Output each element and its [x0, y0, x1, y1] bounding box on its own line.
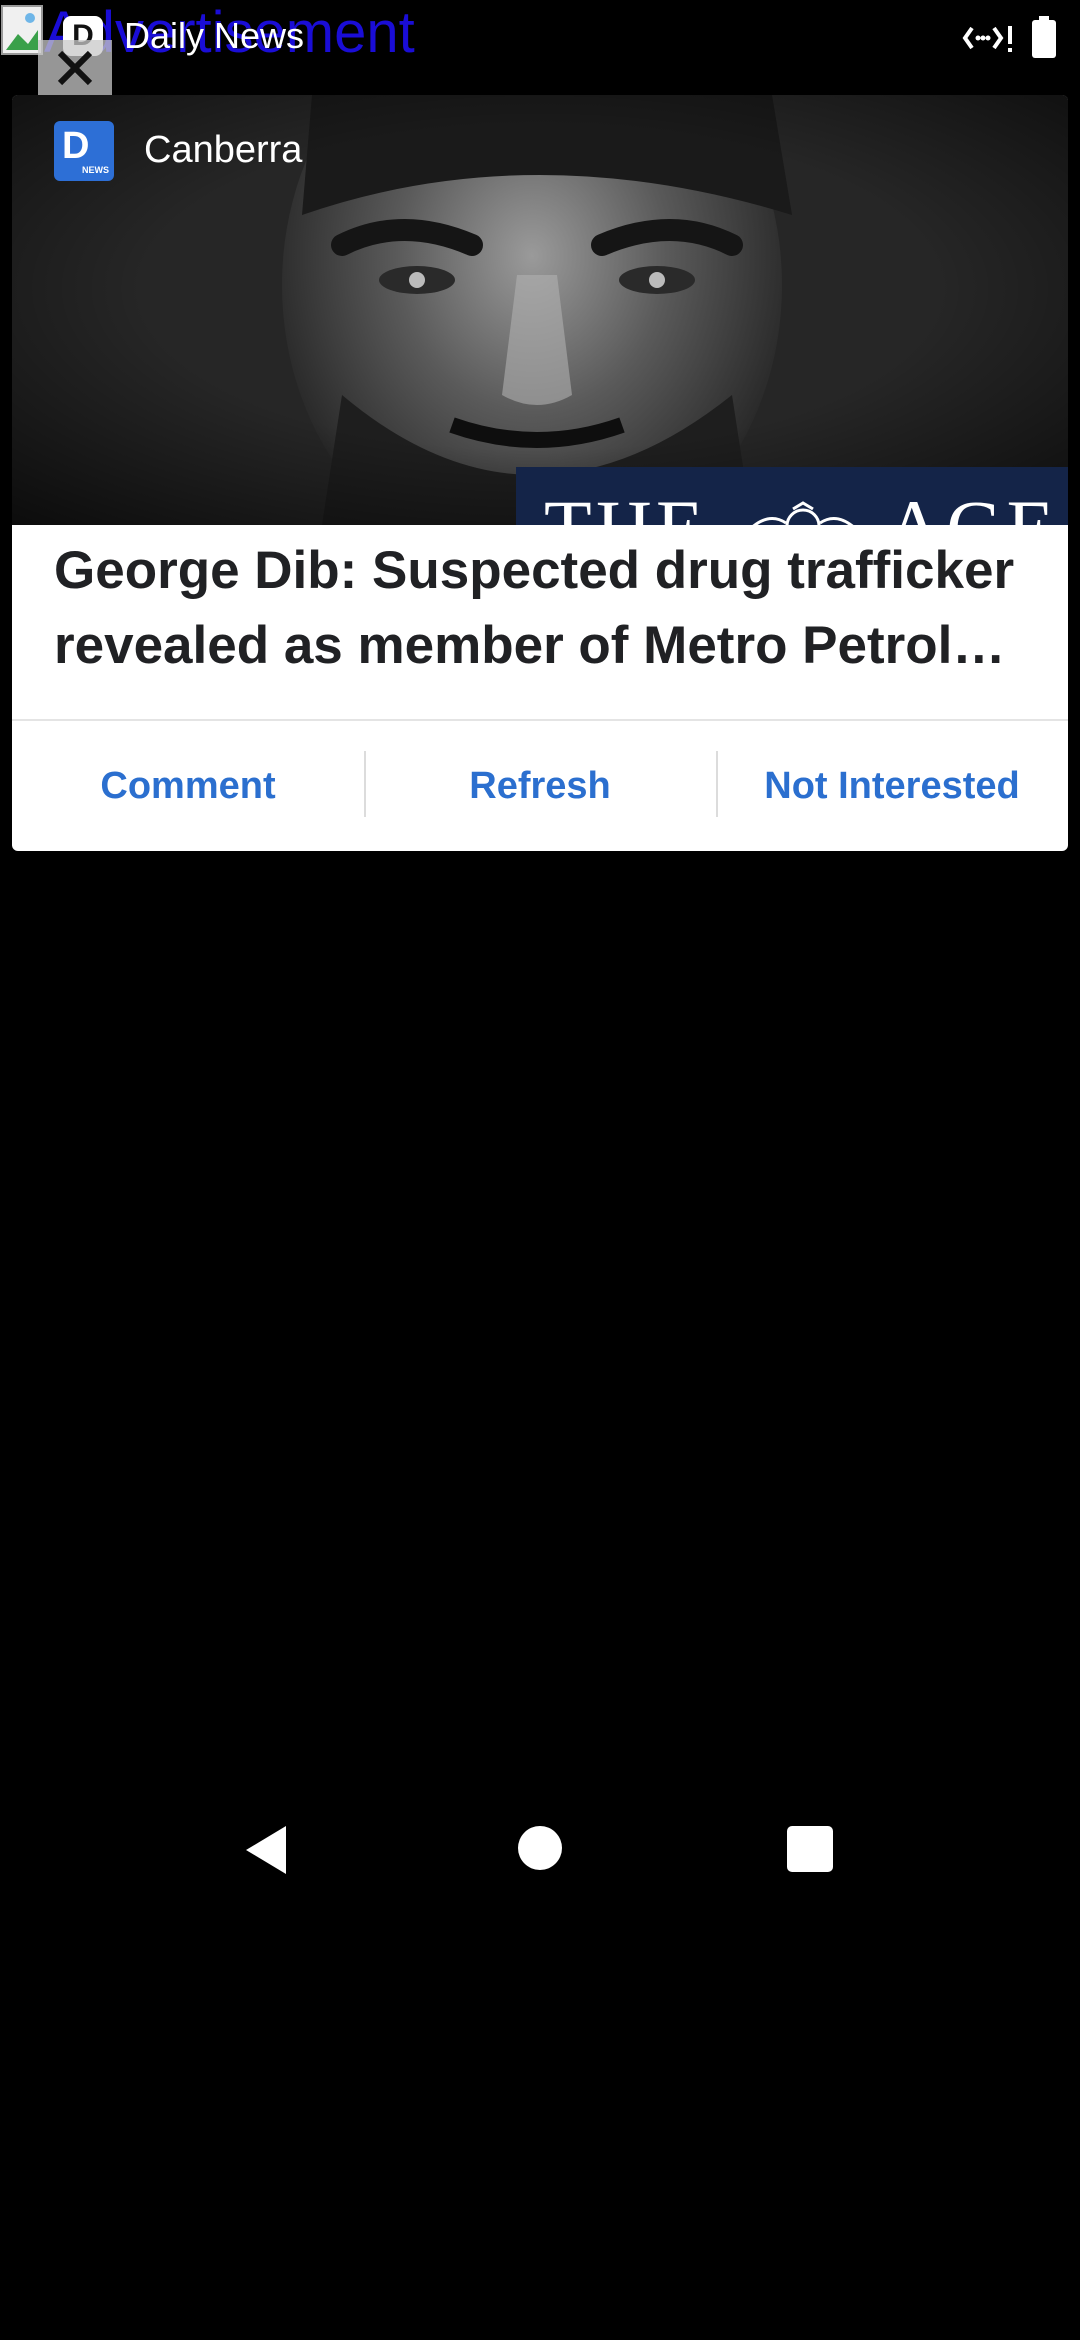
newspaper-masthead: THE AGE: [516, 467, 1068, 525]
battery-icon: [1032, 16, 1056, 58]
recents-icon[interactable]: [787, 1826, 833, 1872]
source-app-icon: D NEWS: [54, 121, 114, 181]
masthead-text-right: AGE: [886, 489, 1058, 526]
hero-image: D NEWS Canberra THE AGE: [12, 95, 1068, 525]
status-bar: Advertisement D Daily News: [0, 0, 1080, 96]
back-icon[interactable]: [244, 1824, 288, 1876]
refresh-button[interactable]: Refresh: [364, 721, 716, 851]
action-row: Comment Refresh Not Interested: [12, 721, 1068, 851]
home-icon[interactable]: [518, 1826, 562, 1870]
crest-icon: [752, 501, 854, 525]
screen: Advertisement D Daily News D NEWS Canber…: [0, 0, 1080, 2340]
not-interested-button[interactable]: Not Interested: [716, 721, 1068, 851]
close-ad-button[interactable]: [38, 40, 112, 96]
navigation-bar: [0, 1800, 1080, 1900]
masthead-text-left: THE: [544, 489, 708, 526]
close-icon: [57, 50, 93, 86]
headline[interactable]: George Dib: Suspected drug trafficker re…: [54, 533, 1044, 683]
comment-button[interactable]: Comment: [12, 721, 364, 851]
signal-icon: [962, 26, 1012, 52]
news-notification-card[interactable]: D NEWS Canberra THE AGE George Dib: Susp…: [12, 95, 1068, 851]
source-icon-sub: NEWS: [82, 165, 109, 175]
source-name: Canberra: [144, 129, 303, 171]
app-title: Daily News: [124, 15, 305, 56]
source-icon-letter: D: [62, 125, 90, 167]
